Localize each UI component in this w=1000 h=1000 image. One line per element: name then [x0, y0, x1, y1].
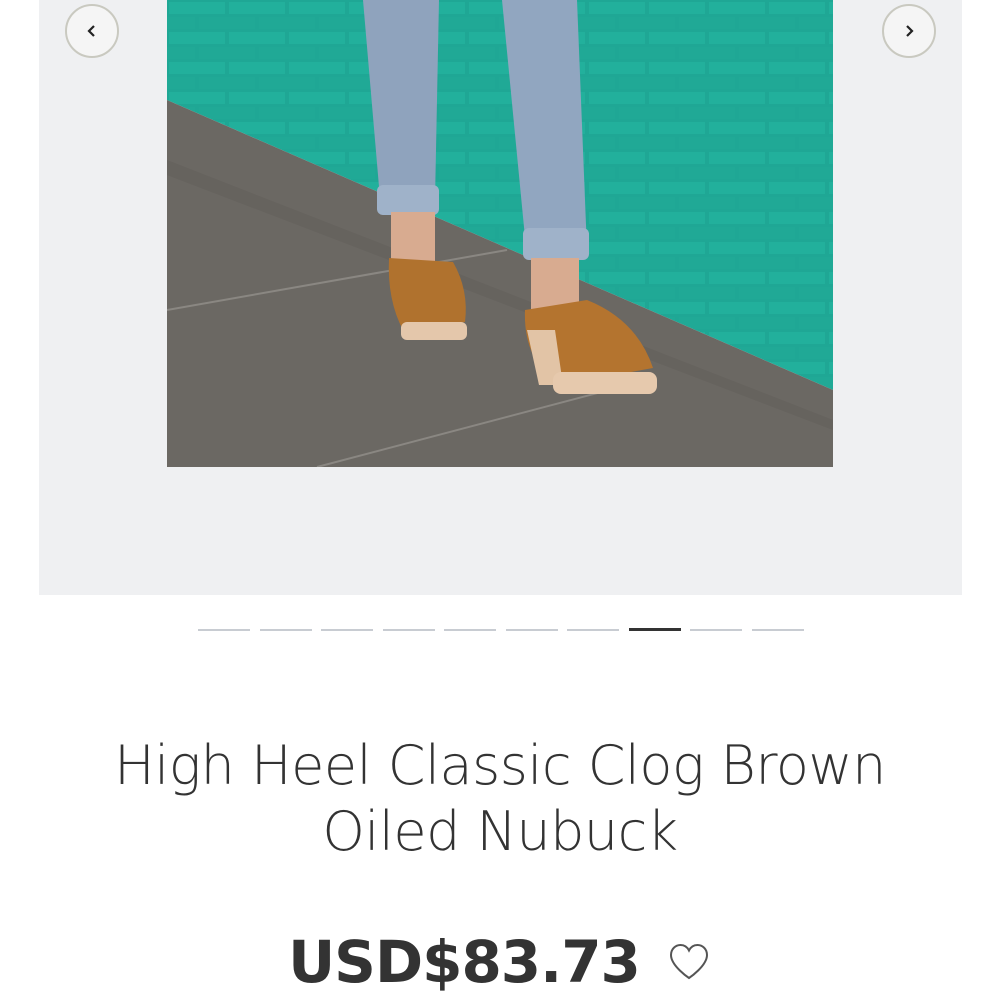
product-gallery [39, 0, 962, 595]
pagination-dot[interactable] [751, 629, 804, 631]
chevron-right-icon [906, 25, 914, 37]
product-photo-illustration [167, 0, 833, 467]
price-row: USD$83.73 [0, 924, 1000, 1000]
previous-image-button[interactable] [65, 4, 119, 58]
pagination-dot-active[interactable] [628, 628, 681, 631]
pagination-dot[interactable] [321, 629, 374, 631]
heart-outline-icon [669, 943, 708, 980]
product-image[interactable] [167, 0, 833, 467]
gallery-pagination [198, 628, 804, 632]
wishlist-button[interactable] [666, 941, 712, 983]
pagination-dot[interactable] [505, 629, 558, 631]
pagination-dot[interactable] [567, 629, 620, 631]
product-price: USD$83.73 [288, 928, 641, 996]
pagination-dot[interactable] [198, 629, 250, 631]
product-title: High Heel Classic Clog Brown Oiled Nubuc… [114, 734, 886, 863]
pagination-dot[interactable] [382, 629, 435, 631]
pagination-dot[interactable] [259, 629, 312, 631]
next-image-button[interactable] [882, 4, 936, 58]
pagination-dot[interactable] [690, 629, 743, 631]
pagination-dot[interactable] [444, 629, 497, 631]
chevron-left-icon [87, 25, 95, 37]
